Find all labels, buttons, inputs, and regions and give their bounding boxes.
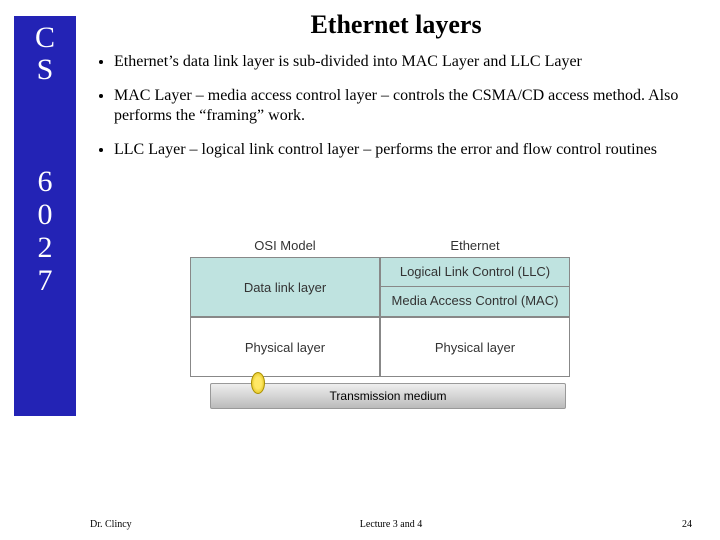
sidebar-digit: 0: [14, 198, 76, 231]
sidebar-letter: S: [14, 54, 76, 86]
osi-data-link-cell: Data link layer: [190, 257, 380, 317]
sidebar-letter: C: [14, 22, 76, 54]
footer-author: Dr. Clincy: [0, 519, 291, 530]
ethernet-physical-cell: Physical layer: [380, 317, 570, 377]
bullet-item: LLC Layer – logical link control layer –…: [114, 140, 706, 160]
osi-physical-cell: Physical layer: [190, 317, 380, 377]
bullet-item: MAC Layer – media access control layer –…: [114, 86, 706, 126]
transmission-medium: Transmission medium: [210, 383, 566, 409]
diagram-header-right: Ethernet: [380, 238, 570, 253]
ethernet-upper-cell: Logical Link Control (LLC) Media Access …: [380, 257, 570, 317]
sidebar-digit: 2: [14, 231, 76, 264]
footer-lecture: Lecture 3 and 4: [291, 519, 492, 530]
llc-cell: Logical Link Control (LLC): [381, 258, 569, 287]
sidebar-digit: 6: [14, 165, 76, 198]
footer-page-number: 24: [491, 519, 720, 530]
slide-footer: Dr. Clincy Lecture 3 and 4 24: [0, 519, 720, 530]
mac-cell: Media Access Control (MAC): [381, 287, 569, 316]
diagram-header-left: OSI Model: [190, 238, 380, 253]
slide-content: Ethernet layers Ethernet’s data link lay…: [86, 10, 706, 174]
sidebar-digit: 7: [14, 264, 76, 297]
bullet-item: Ethernet’s data link layer is sub-divide…: [114, 52, 706, 72]
slide-title: Ethernet layers: [86, 10, 706, 40]
course-sidebar: C S 6 0 2 7: [14, 16, 76, 416]
bullet-list: Ethernet’s data link layer is sub-divide…: [86, 52, 706, 160]
medium-label: Transmission medium: [330, 389, 447, 403]
connector-icon: [251, 372, 265, 394]
layer-diagram: OSI Model Ethernet Data link layer Logic…: [190, 238, 580, 409]
